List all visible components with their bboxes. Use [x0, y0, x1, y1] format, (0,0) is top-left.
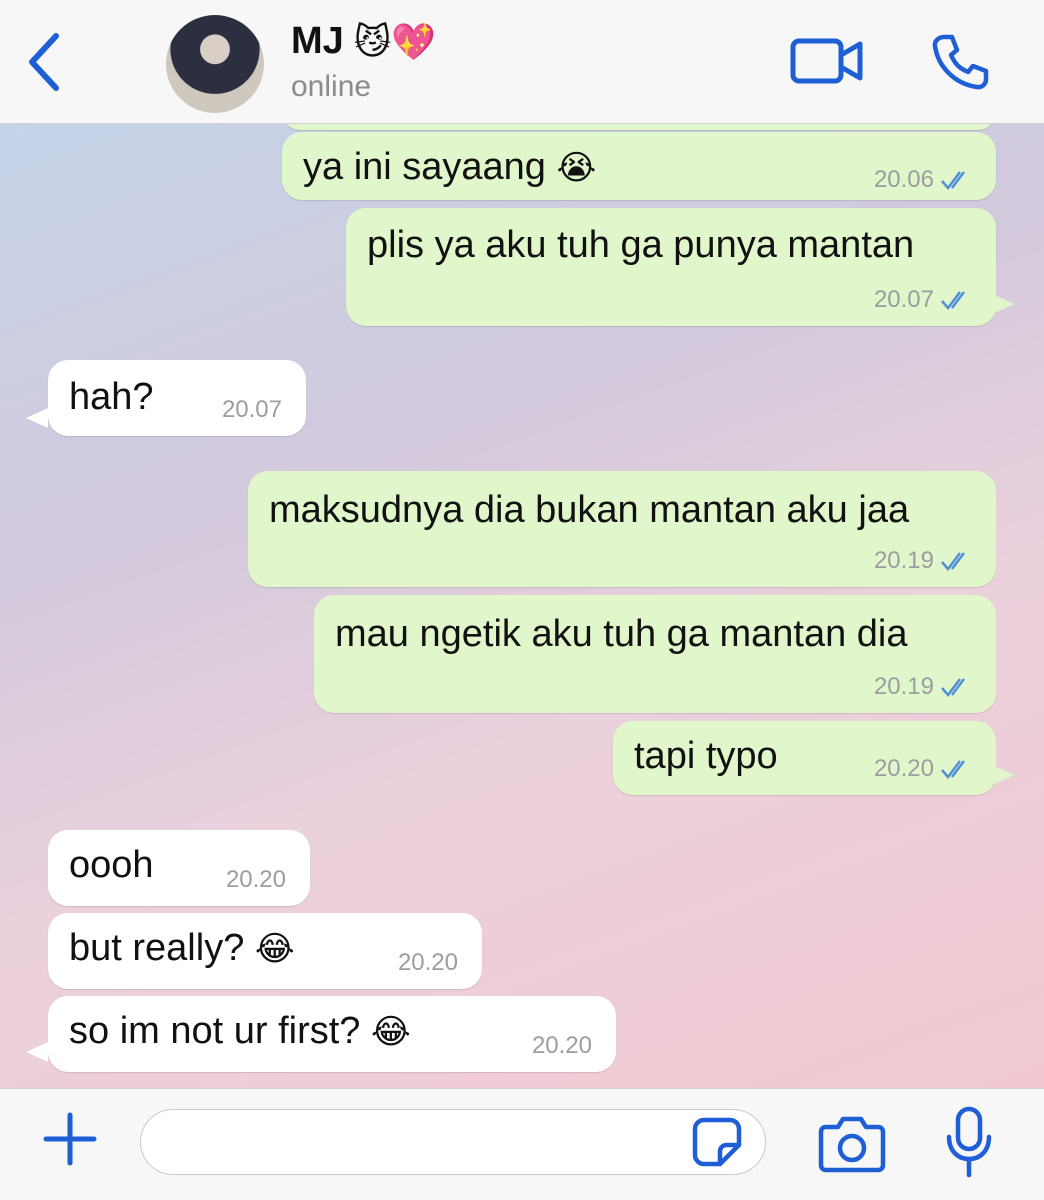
message-bubble-outgoing[interactable]: mau ngetik aku tuh ga mantan dia 20.19	[314, 595, 996, 713]
message-meta: 20.07	[222, 396, 282, 424]
bubble-tail	[992, 765, 1014, 785]
message-text: hah?	[69, 376, 154, 418]
plus-icon	[43, 1112, 97, 1166]
message-meta: 20.20	[398, 949, 458, 977]
message-bubble-outgoing[interactable]: ya ini sayaang 😭 20.06	[282, 132, 996, 200]
avatar[interactable]	[166, 15, 264, 113]
bubble-tail	[992, 294, 1014, 314]
composer-bar	[0, 1088, 1044, 1200]
double-check-icon	[941, 678, 965, 697]
message-meta: 20.06	[874, 166, 972, 194]
message-time: 20.07	[221, 396, 282, 423]
contact-status: online	[291, 70, 372, 103]
message-input[interactable]	[140, 1109, 766, 1175]
video-call-icon	[790, 38, 863, 84]
message-time: 20.19	[873, 547, 934, 574]
message-bubble-outgoing[interactable]: maksudnya dia bukan mantan aku jaa 20.19	[248, 471, 996, 587]
double-check-icon	[941, 760, 965, 779]
microphone-icon	[946, 1106, 992, 1178]
message-text: tapi typo	[634, 735, 778, 777]
sticker-icon	[692, 1117, 742, 1167]
back-button[interactable]	[22, 30, 70, 94]
sticker-button[interactable]	[690, 1115, 744, 1169]
phone-icon	[932, 34, 989, 90]
message-bubble-outgoing[interactable]: plis ya aku tuh ga punya mantan 20.07	[346, 208, 1014, 326]
message-bubble-incoming[interactable]: so im not ur first? 😂 20.20	[26, 996, 616, 1072]
message-time: 20.20	[397, 949, 458, 976]
message-text: maksudnya dia bukan mantan aku jaa	[269, 489, 910, 531]
message-text: but really? 😂	[69, 927, 295, 969]
attach-button[interactable]	[40, 1109, 100, 1169]
message-text: ya ini sayaang 😭	[303, 146, 597, 188]
double-check-icon	[941, 291, 965, 310]
message-meta: 20.20	[226, 866, 286, 894]
message-bubble-incoming[interactable]: oooh 20.20	[48, 830, 310, 906]
camera-icon	[818, 1116, 886, 1173]
voice-call-button[interactable]	[930, 32, 990, 92]
chat-header: MJ 😼💖 online	[0, 0, 1044, 124]
double-check-icon	[941, 552, 965, 571]
contact-name[interactable]: MJ 😼💖	[291, 20, 436, 63]
message-text: plis ya aku tuh ga punya mantan	[367, 224, 915, 266]
contact-name-emojis: 😼💖	[353, 21, 437, 63]
back-chevron-icon	[29, 33, 59, 91]
message-time: 20.07	[873, 286, 934, 313]
message-meta: 20.19	[874, 673, 972, 701]
message-time: 20.19	[873, 673, 934, 700]
camera-button[interactable]	[818, 1113, 886, 1173]
contact-name-text: MJ	[291, 20, 344, 62]
message-meta: 20.20	[874, 755, 972, 783]
message-bubble-incoming[interactable]: hah? 20.07	[26, 360, 306, 436]
message-bubble-outgoing[interactable]: tapi typo 20.20	[613, 721, 1014, 795]
microphone-button[interactable]	[944, 1105, 994, 1179]
message-time: 20.20	[531, 1032, 592, 1059]
chat-area[interactable]: ya ini sayaang 😭 20.06 plis ya aku tuh g…	[0, 124, 1044, 1088]
message-meta: 20.07	[874, 286, 972, 314]
double-check-icon	[941, 171, 965, 190]
message-time: 20.06	[873, 166, 934, 193]
message-time: 20.20	[873, 755, 934, 782]
bubble-tail	[26, 408, 48, 428]
message-meta: 20.20	[532, 1032, 592, 1060]
message-bubble-incoming[interactable]: but really? 😂 20.20	[48, 913, 482, 989]
video-call-button[interactable]	[790, 36, 864, 86]
message-text: mau ngetik aku tuh ga mantan dia	[335, 613, 908, 655]
message-text: so im not ur first? 😂	[69, 1010, 411, 1052]
message-time: 20.20	[225, 866, 286, 893]
bubble-tail	[26, 1042, 48, 1062]
message-bubble-partial	[282, 124, 996, 130]
message-meta: 20.19	[874, 547, 972, 575]
message-text: oooh	[69, 844, 154, 886]
